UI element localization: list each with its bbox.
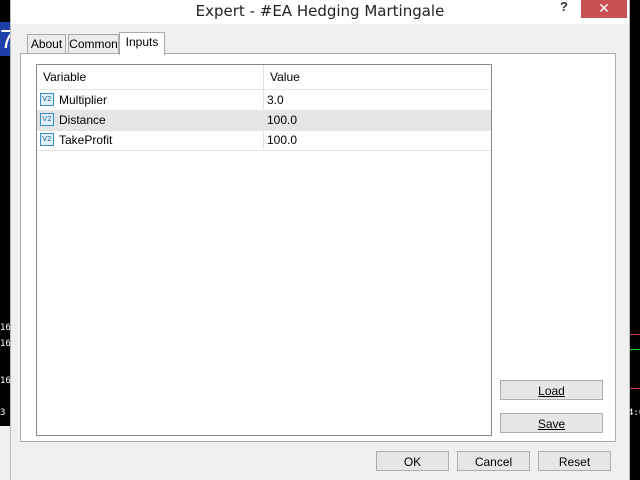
variable-icon: V2 xyxy=(40,93,54,106)
window-title: Expert - #EA Hedging Martingale xyxy=(195,2,445,20)
close-button[interactable]: ✕ xyxy=(581,0,627,18)
load-button-label: Load xyxy=(538,384,565,398)
table-row[interactable]: V2 TakeProfit 100.0 xyxy=(37,130,491,151)
table-header: Variable Value xyxy=(37,65,491,90)
load-button[interactable]: Load xyxy=(500,380,603,400)
reset-button[interactable]: Reset xyxy=(538,451,611,471)
variable-icon: V2 xyxy=(40,113,54,126)
expert-properties-dialog: Expert - #EA Hedging Martingale ? ✕ Abou… xyxy=(10,0,630,480)
tab-about[interactable]: About xyxy=(27,34,66,54)
variable-icon: V2 xyxy=(40,133,54,146)
tab-common[interactable]: Common xyxy=(68,34,119,54)
help-button[interactable]: ? xyxy=(557,0,571,17)
ok-button[interactable]: OK xyxy=(376,451,449,471)
tab-inputs[interactable]: Inputs xyxy=(119,32,165,55)
column-header-variable[interactable]: Variable xyxy=(37,65,263,89)
variable-value[interactable]: 100.0 xyxy=(267,110,297,130)
variable-name: Multiplier xyxy=(59,93,108,107)
table-row[interactable]: V2 Distance 100.0 xyxy=(37,110,491,131)
variable-value[interactable]: 100.0 xyxy=(267,130,297,150)
save-button[interactable]: Save xyxy=(500,413,603,433)
cancel-button[interactable]: Cancel xyxy=(457,451,530,471)
close-icon: ✕ xyxy=(598,0,610,16)
variable-value[interactable]: 3.0 xyxy=(267,90,284,110)
table-row[interactable]: V2 Multiplier 3.0 xyxy=(37,90,491,111)
inputs-table: Variable Value V2 Multiplier 3.0 V2 Dist… xyxy=(36,64,492,436)
save-button-label: Save xyxy=(537,417,566,431)
column-header-value[interactable]: Value xyxy=(264,65,491,89)
background-price-box: 7 xyxy=(0,22,10,56)
variable-name: TakeProfit xyxy=(59,133,113,147)
background-price-label: 3 xyxy=(0,408,6,418)
variable-name: Distance xyxy=(59,113,106,127)
title-bar: Expert - #EA Hedging Martingale ? ✕ xyxy=(11,0,629,24)
